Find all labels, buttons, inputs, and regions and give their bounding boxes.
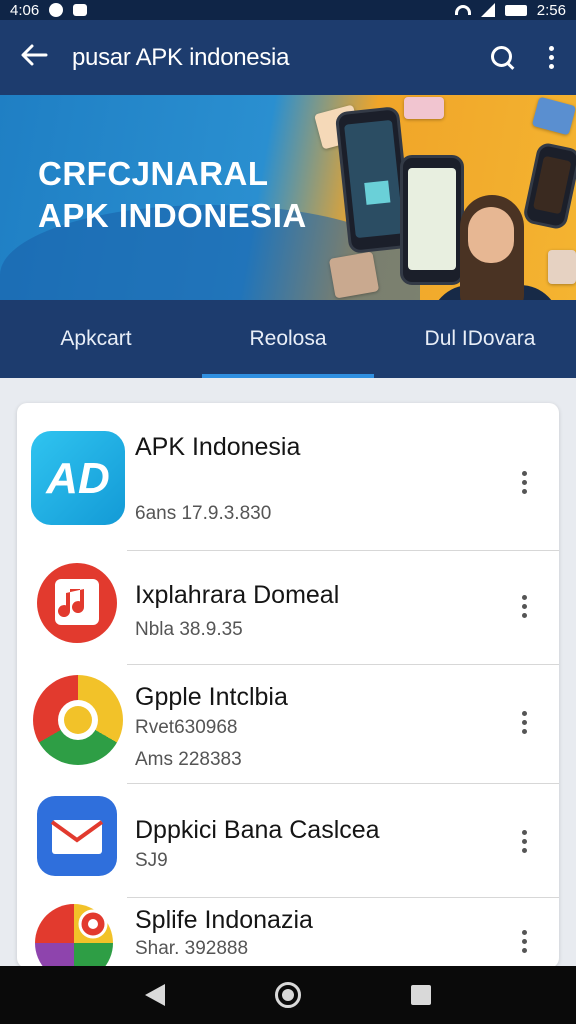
signal-icon	[480, 3, 495, 17]
mail-envelope-icon	[37, 796, 117, 876]
app-name: APK Indonesia	[135, 433, 301, 461]
banner-phone-image	[521, 141, 576, 231]
status-clock: 2:56	[536, 1, 566, 19]
item-menu-icon[interactable]	[519, 830, 529, 853]
app-name: Splife Indonazia	[135, 906, 313, 934]
tab-apkcart[interactable]: Apkcart	[0, 300, 192, 378]
tab-bar: Apkcart Reolosa Dul IDovara	[0, 300, 576, 378]
app-name: Dppkici Bana Caslcea	[135, 816, 380, 844]
list-item[interactable]: Dppkici Bana Caslcea SJ9	[17, 784, 559, 897]
page-title: pusar APK indonesia	[72, 43, 290, 71]
status-bar: 4:06 2:56	[0, 0, 576, 20]
back-arrow-icon[interactable]	[20, 41, 60, 75]
item-menu-icon[interactable]	[519, 471, 529, 494]
notification-icon	[49, 3, 64, 17]
banner-phone-image	[400, 155, 464, 285]
banner-photo-card	[404, 97, 444, 119]
banner-headline: CRFCJNARAL APK INDONESIA	[38, 153, 307, 237]
nav-home-icon[interactable]	[275, 982, 301, 1008]
banner-photo-card	[531, 96, 576, 136]
system-nav-bar	[0, 966, 576, 1024]
chrome-like-icon	[33, 675, 123, 765]
tab-dul-idovara[interactable]: Dul IDovara	[384, 300, 576, 378]
app-bar: pusar APK indonesia	[0, 20, 576, 95]
item-menu-icon[interactable]	[519, 595, 529, 618]
battery-icon	[504, 4, 527, 16]
search-icon[interactable]	[490, 45, 516, 71]
music-note-icon	[37, 563, 117, 643]
banner-headline-line2: APK INDONESIA	[38, 197, 307, 234]
app-meta: SJ9	[135, 850, 168, 871]
list-item[interactable]: Ixplahrara Domeal Nbla 38.9.35	[17, 551, 559, 664]
overflow-menu-icon[interactable]	[546, 46, 556, 69]
ad-icon: AD	[31, 431, 125, 525]
app-name: Ixplahrara Domeal	[135, 581, 340, 609]
svg-text:AD: AD	[45, 454, 110, 503]
banner-person-face	[468, 207, 514, 263]
promo-banner[interactable]: CRFCJNARAL APK INDONESIA	[0, 95, 576, 300]
banner-photo-card	[548, 250, 576, 284]
app-meta: Shar. 392888	[135, 938, 249, 959]
app-meta: 6ans 17.9.3.830	[135, 503, 272, 524]
banner-headline-line1: CRFCJNARAL	[38, 155, 269, 192]
app-list-card: AD APK Indonesia 6ans 17.9.3.830 Ixplahr…	[17, 403, 559, 968]
list-item[interactable]: Splife Indonazia Shar. 392888	[17, 898, 559, 968]
tab-reolosa[interactable]: Reolosa	[192, 300, 384, 378]
message-icon	[73, 4, 88, 16]
app-meta: Rvet630968	[135, 717, 238, 738]
item-menu-icon[interactable]	[519, 711, 529, 734]
nav-back-icon[interactable]	[145, 984, 165, 1006]
app-name: Gpple Intclbia	[135, 683, 288, 711]
maps-pin-icon	[35, 904, 113, 968]
app-meta-secondary: Ams 228383	[135, 749, 242, 770]
app-meta: Nbla 38.9.35	[135, 619, 243, 640]
item-menu-icon[interactable]	[519, 930, 529, 953]
list-item[interactable]: AD APK Indonesia 6ans 17.9.3.830	[17, 403, 559, 551]
list-item[interactable]: Gpple Intclbia Rvet630968 Ams 228383	[17, 665, 559, 783]
nav-recents-icon[interactable]	[411, 985, 431, 1005]
banner-photo-card	[328, 251, 380, 299]
status-time: 4:06	[10, 1, 40, 19]
wifi-icon	[454, 5, 471, 15]
